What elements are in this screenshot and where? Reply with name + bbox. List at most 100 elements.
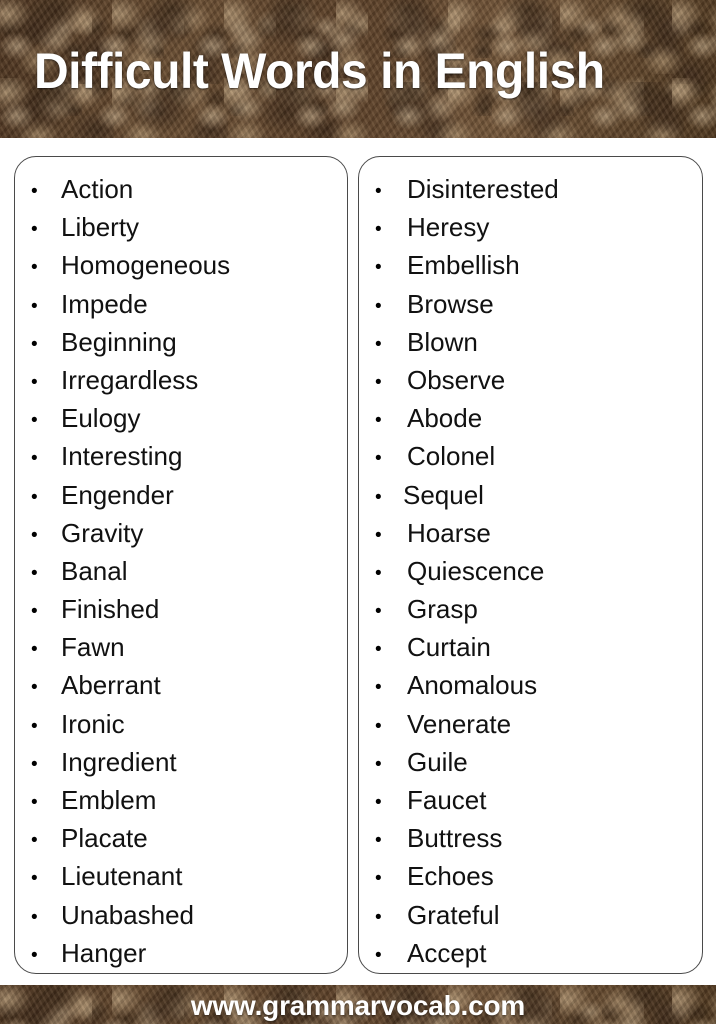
list-item: • Embellish: [375, 249, 702, 287]
word-label: Placate: [61, 823, 148, 854]
word-label: Observe: [407, 364, 506, 395]
list-item: • Ironic: [31, 708, 347, 746]
word-label: Emblem: [61, 785, 157, 815]
list-item: • Browse: [375, 288, 702, 326]
word-label: Irregardless: [61, 364, 199, 395]
bullet-icon: •: [31, 257, 38, 279]
list-item: • Ingredient: [31, 746, 347, 784]
list-item: • Buttress: [375, 822, 702, 860]
bullet-icon: •: [31, 792, 38, 813]
bullet-icon: •: [375, 868, 382, 890]
list-item: • Heresy: [375, 211, 702, 249]
bullet-icon: •: [31, 181, 38, 202]
bullet-icon: •: [31, 906, 38, 928]
list-item: • Eulogy: [31, 402, 347, 440]
bullet-icon: •: [375, 639, 382, 661]
list-item: • Venerate: [375, 708, 702, 746]
page-title: Difficult Words in English: [34, 43, 605, 99]
word-label: Blown: [407, 326, 478, 357]
word-label: Disinterested: [407, 174, 559, 204]
word-label: Interesting: [61, 441, 183, 472]
word-label: Action: [61, 174, 134, 204]
bullet-icon: •: [375, 410, 382, 432]
list-item: • Hoarse: [375, 517, 702, 555]
bullet-icon: •: [31, 524, 38, 546]
word-label: Ingredient: [61, 746, 177, 777]
bullet-icon: •: [31, 562, 38, 584]
bullet-icon: •: [31, 219, 38, 241]
list-item: • Hanger: [31, 937, 347, 973]
list-item: • Grasp: [375, 593, 702, 631]
list-item: • Colonel: [375, 440, 702, 478]
word-label: Browse: [407, 288, 494, 319]
list-item: • Observe: [375, 364, 702, 402]
website-url: www.grammarvocab.com: [190, 990, 526, 1021]
list-item: • Finished: [31, 593, 347, 631]
list-item: • Unabashed: [31, 899, 347, 937]
bullet-icon: •: [31, 486, 38, 508]
word-label: Lieutenant: [61, 861, 183, 892]
list-item: • Sequel: [375, 479, 702, 517]
list-item: • Placate: [31, 822, 347, 860]
bullet-icon: •: [375, 486, 382, 508]
bullet-icon: •: [375, 562, 382, 584]
word-label: Impede: [61, 288, 148, 319]
bullet-icon: •: [31, 753, 38, 775]
word-list-card-left: • Action • Liberty • Homogeneous • Impede • Begin…: [14, 156, 348, 974]
list-item: • Anomalous: [375, 669, 702, 707]
bullet-icon: •: [375, 524, 382, 546]
list-item: • Liberty: [31, 211, 347, 249]
bullet-icon: •: [31, 868, 38, 890]
word-label: Gravity: [61, 517, 144, 548]
word-label: Hanger: [61, 937, 147, 968]
list-item: • Action: [31, 173, 347, 211]
poster: Difficult Words in English • Action • Liber…: [0, 0, 716, 1024]
word-label: Venerate: [407, 708, 512, 739]
word-label: Hoarse: [407, 517, 491, 548]
bullet-icon: •: [375, 333, 382, 355]
word-label: Guile: [407, 746, 468, 777]
word-label: Buttress: [407, 823, 503, 854]
bullet-icon: •: [375, 792, 382, 813]
list-item: • Quiescence: [375, 555, 702, 593]
word-label: Homogeneous: [61, 250, 231, 281]
bullet-icon: •: [31, 448, 38, 470]
list-item: • Guile: [375, 746, 702, 784]
list-item: • Curtain: [375, 631, 702, 669]
word-label: Grateful: [407, 899, 500, 930]
word-label: Curtain: [407, 632, 491, 663]
word-label: Faucet: [407, 785, 487, 815]
word-label: Ironic: [61, 708, 125, 739]
word-label: Heresy: [407, 212, 490, 243]
word-label: Anomalous: [407, 670, 538, 701]
bullet-icon: •: [31, 944, 38, 966]
bullet-icon: •: [31, 639, 38, 661]
list-item: • Disinterested: [375, 173, 702, 211]
word-label: Finished: [61, 594, 160, 625]
word-label: Aberrant: [61, 670, 161, 701]
list-item: • Aberrant: [31, 669, 347, 707]
word-label: Liberty: [61, 212, 140, 243]
word-label: Accept: [407, 937, 487, 968]
bullet-icon: •: [375, 257, 382, 279]
bullet-icon: •: [31, 333, 38, 355]
word-list-left: • Action • Liberty • Homogeneous • Impede • Begin…: [15, 157, 347, 973]
bullet-icon: •: [375, 906, 382, 928]
word-label: Banal: [61, 555, 128, 586]
bullet-icon: •: [31, 715, 38, 737]
list-item: • Faucet: [375, 784, 702, 822]
list-item: • Blown: [375, 326, 702, 364]
bullet-icon: •: [31, 830, 38, 852]
list-item: • Irregardless: [31, 364, 347, 402]
bullet-icon: •: [31, 295, 38, 317]
list-item: • Echoes: [375, 860, 702, 898]
list-item: • Banal: [31, 555, 347, 593]
bullet-icon: •: [31, 371, 38, 393]
bullet-icon: •: [375, 181, 382, 202]
list-item: • Emblem: [31, 784, 347, 822]
word-label: Fawn: [61, 632, 125, 663]
list-item: • Gravity: [31, 517, 347, 555]
bullet-icon: •: [31, 410, 38, 432]
bullet-icon: •: [375, 830, 382, 852]
bullet-icon: •: [375, 601, 382, 623]
